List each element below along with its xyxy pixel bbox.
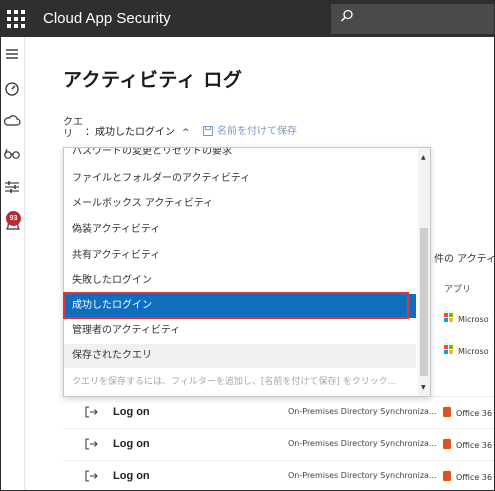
query-selected-value: ：成功したログイン [85,127,175,138]
sign-in-icon [85,438,98,450]
office-logo-icon [443,471,451,481]
sign-in-icon [85,470,98,482]
page-title: アクティビティ ログ [63,69,243,91]
office-logo-icon [443,439,451,449]
dropdown-item[interactable]: パスワードの変更とリセットの要求 [64,148,416,164]
app-title[interactable]: Cloud App Security [43,10,171,27]
dropdown-item[interactable]: メールボックス アクティビティ [64,192,416,216]
sign-in-icon [85,406,98,418]
chevron-up-icon[interactable]: ^ [182,128,190,138]
table-row[interactable]: Log on On-Premises Directory Synchroniza… [63,460,494,490]
selection-highlight-outline [63,292,409,319]
row-activity[interactable]: Log on [113,406,150,418]
query-selector[interactable]: ：成功したログイン ^ [85,123,190,138]
microsoft-logo-icon [444,345,454,355]
dropdown-item[interactable]: 偽装アクティビティ [64,218,416,242]
row-activity[interactable]: Log on [113,438,150,450]
dropdown-item[interactable]: 共有アクティビティ [64,244,416,268]
save-icon [203,126,213,136]
scroll-down-icon[interactable]: ▼ [421,384,426,391]
sliders-icon[interactable] [3,177,23,197]
dropdown-item[interactable]: 管理者のアクティビティ [64,319,416,343]
office-logo-icon [443,407,451,417]
table-row[interactable]: Log on On-Premises Directory Synchroniza… [63,396,494,428]
save-as-button[interactable]: 名前を付けて保存 [203,122,297,137]
row-activity[interactable]: Log on [113,470,150,482]
app-cell: Microso [444,313,489,324]
app-cell: Microso [444,345,489,356]
microsoft-logo-icon [444,313,454,323]
row-app: Office 36 [443,471,492,482]
waffle-icon[interactable] [7,10,25,28]
search-icon[interactable] [340,9,354,23]
query-label: クエリ [63,117,83,140]
query-dropdown[interactable]: パスワードの変更とリセットの要求 ファイルとフォルダーのアクティビティ メールボ… [63,147,431,397]
app-window: Cloud App Security 93 アクティビティ ログ クエリ ：成功… [0,0,495,491]
dropdown-item[interactable]: 失敗したログイン [64,269,416,293]
top-bar: Cloud App Security [1,1,494,37]
row-app: Office 36 [443,439,492,450]
alerts-count-badge[interactable]: 93 [6,211,21,226]
activity-count-label: 件の アクティ [434,254,495,265]
left-nav-rail: 93 [1,37,25,490]
hamburger-icon[interactable] [3,45,23,65]
save-as-label: 名前を付けて保存 [217,126,297,137]
saved-queries-section: 保存されたクエリ [64,344,416,368]
scroll-up-icon[interactable]: ▲ [421,154,426,161]
dropdown-item[interactable]: ファイルとフォルダーのアクティビティ [64,167,416,191]
dashboard-icon[interactable] [3,79,23,99]
row-app: Office 36 [443,407,492,418]
app-column-header[interactable]: アプリ [444,282,471,295]
glasses-icon[interactable] [3,143,23,163]
row-source: On-Premises Directory Synchroniza... [288,407,437,416]
dropdown-scrollbar[interactable]: ▲ ▼ [418,148,430,396]
search-box[interactable] [331,4,494,34]
saved-queries-hint: クエリを保存するには、フィルターを追加し、[名前を付けて保存] をクリック... [72,377,397,387]
row-source: On-Premises Directory Synchroniza... [288,471,437,480]
cloud-icon[interactable] [3,111,23,131]
scroll-thumb[interactable] [420,228,428,376]
row-source: On-Premises Directory Synchroniza... [288,439,437,448]
table-row[interactable]: Log on On-Premises Directory Synchroniza… [63,428,494,460]
